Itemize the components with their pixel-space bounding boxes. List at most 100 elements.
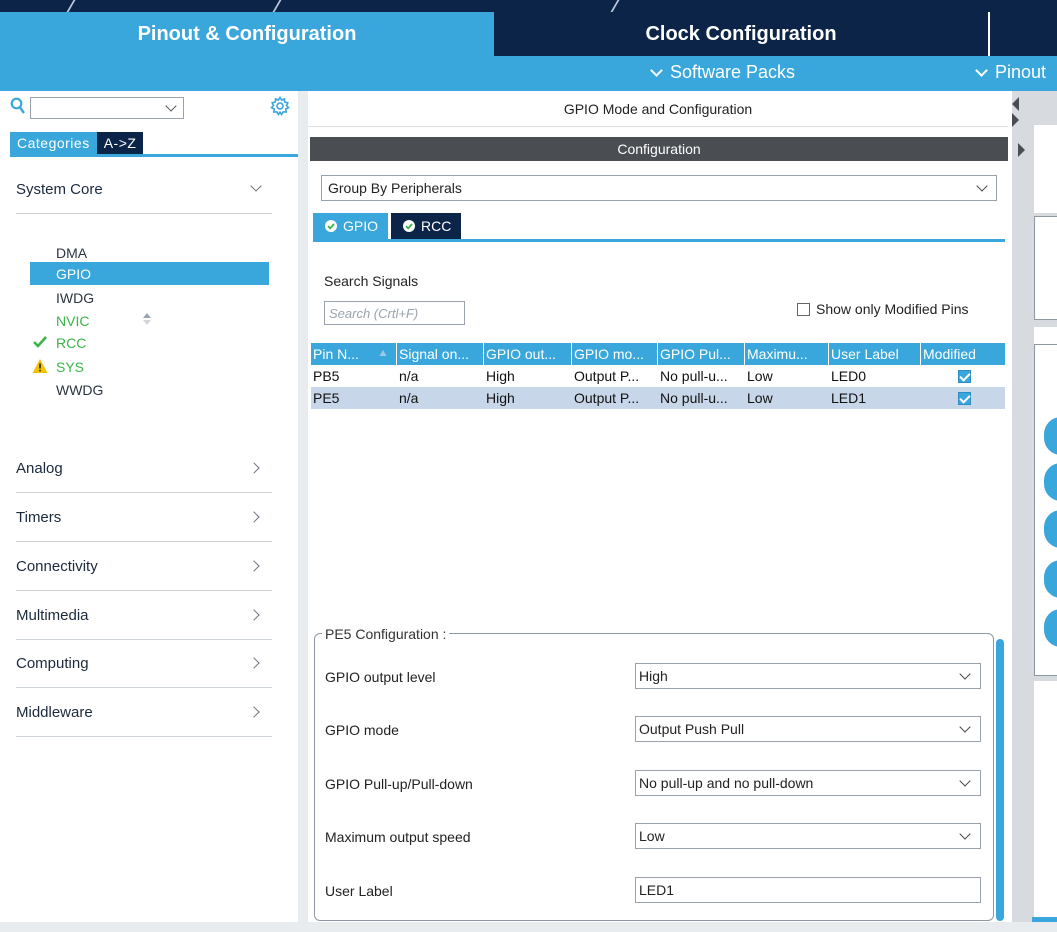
gpio-output-level-select[interactable]: High (635, 663, 981, 689)
core-item-label: NVIC (56, 312, 90, 329)
table-row[interactable]: PB5 n/a High Output P... No pull-u... Lo… (311, 365, 1005, 387)
collapse-left-icon[interactable] (1012, 97, 1019, 111)
table-cell: Output P... (574, 390, 640, 406)
category-analog[interactable]: Analog (16, 444, 272, 493)
panel-title-text: GPIO Mode and Configuration (563, 100, 753, 117)
tab-label: Clock Configuration (645, 22, 837, 45)
chevron-down-icon (959, 775, 971, 787)
pin-configuration-legend: PE5 Configuration : (322, 626, 450, 642)
table-cell: Low (747, 390, 773, 406)
table-row[interactable]: PE5 n/a High Output P... No pull-u... Lo… (311, 387, 1005, 409)
chevron-right-icon (248, 657, 260, 669)
tab-pinout-configuration[interactable]: Pinout & Configuration (0, 12, 494, 56)
field-label: GPIO mode (325, 722, 399, 738)
user-label-input[interactable]: LED1 (635, 877, 981, 903)
software-packs-menu[interactable]: Software Packs (650, 62, 795, 83)
maximum-output-speed-select[interactable]: Low (635, 823, 981, 849)
core-item-dma[interactable]: DMA (30, 241, 269, 264)
core-item-nvic[interactable]: NVIC (30, 309, 269, 332)
category-multimedia[interactable]: Multimedia (16, 591, 272, 640)
core-item-label: RCC (56, 334, 87, 351)
column-header[interactable]: User Label (829, 343, 921, 365)
category-connectivity[interactable]: Connectivity (16, 542, 272, 591)
warning-icon (32, 359, 48, 373)
category-computing[interactable]: Computing (16, 639, 272, 688)
modified-checkbox[interactable] (957, 369, 971, 383)
gpio-configuration-panel: GPIO Mode and Configuration Configuratio… (308, 91, 1008, 932)
panel-divider[interactable] (298, 91, 308, 932)
sort-ascending-icon (379, 350, 387, 356)
category-timers[interactable]: Timers (16, 493, 272, 542)
peripheral-tabs: GPIO RCC (313, 213, 462, 239)
table-header: Pin N... Signal on... GPIO out... GPIO m… (311, 343, 1005, 365)
group-by-select[interactable]: Group By Peripherals (321, 175, 997, 201)
gear-icon[interactable] (270, 96, 290, 116)
core-item-label: DMA (56, 244, 88, 261)
config-scrollbar[interactable] (996, 639, 1004, 921)
pinout-background (1034, 681, 1057, 921)
core-item-wwdg[interactable]: WWDG (30, 378, 269, 401)
column-header[interactable]: GPIO Pul... (658, 343, 745, 365)
tab-a-to-z[interactable]: A->Z (96, 132, 144, 154)
column-header[interactable]: GPIO mo... (572, 343, 658, 365)
search-signals-label: Search Signals (324, 273, 419, 289)
checkbox-label: Show only Modified Pins (816, 301, 969, 317)
chevron-down-icon (959, 828, 971, 840)
core-item-sys[interactable]: SYS (30, 355, 269, 378)
column-header[interactable]: Signal on... (397, 343, 484, 365)
table-cell: LED1 (831, 390, 867, 406)
field-label: User Label (325, 883, 393, 899)
pinout-background (1034, 327, 1057, 345)
checkbox[interactable] (797, 302, 810, 316)
column-header[interactable]: Modified (921, 343, 1005, 365)
chevron-down-icon (250, 180, 262, 192)
strip-divider (268, 0, 282, 12)
tab-label: Pinout & Configuration (137, 22, 357, 45)
category-label: Analog (16, 459, 63, 477)
table-cell: High (486, 368, 515, 384)
field-label: Maximum output speed (325, 829, 471, 845)
menu-label: Pinout (995, 62, 1047, 82)
pinout-menu[interactable]: Pinout (975, 62, 1047, 83)
expand-right-icon[interactable] (1018, 143, 1025, 157)
column-header-label: Pin N... (313, 346, 359, 362)
configuration-header: Configuration (310, 137, 1008, 161)
tab-gpio[interactable]: GPIO (313, 213, 389, 239)
main-tab-bar: Pinout & Configuration Clock Configurati… (0, 12, 1057, 56)
tab-categories[interactable]: Categories (10, 132, 97, 154)
chevron-right-icon (248, 560, 260, 572)
chevron-right-icon (248, 462, 260, 474)
tab-underline (10, 154, 298, 157)
panel-title: GPIO Mode and Configuration (308, 91, 1008, 127)
column-header[interactable]: Pin N... (311, 343, 397, 365)
column-header[interactable]: Maximu... (745, 343, 829, 365)
tab-rcc[interactable]: RCC (391, 213, 462, 239)
core-item-label: SYS (56, 358, 85, 375)
pinout-view-panel (1012, 91, 1057, 932)
expand-right-icon[interactable] (1012, 113, 1019, 127)
category-label: Computing (16, 654, 89, 672)
category-label: Middleware (16, 703, 93, 721)
chevron-right-icon (248, 706, 260, 718)
category-middleware[interactable]: Middleware (16, 688, 272, 737)
core-item-rcc[interactable]: RCC (30, 331, 269, 354)
tab-clock-configuration[interactable]: Clock Configuration (494, 12, 988, 56)
search-icon[interactable] (10, 97, 26, 115)
gpio-mode-select[interactable]: Output Push Pull (635, 716, 981, 742)
core-item-iwdg[interactable]: IWDG (30, 286, 269, 309)
category-search-input[interactable] (30, 97, 184, 119)
category-label: Connectivity (16, 557, 98, 575)
chevron-down-icon (959, 721, 971, 733)
gpio-pull-select[interactable]: No pull-up and no pull-down (635, 770, 981, 796)
column-header[interactable]: GPIO out... (484, 343, 572, 365)
pinout-background (1034, 125, 1057, 213)
modified-checkbox[interactable] (957, 391, 971, 405)
category-label: Multimedia (16, 606, 89, 624)
group-by-value: Group By Peripherals (328, 180, 462, 196)
search-signals-input[interactable]: Search (Crtl+F) (324, 301, 465, 325)
table-cell: LED0 (831, 368, 867, 384)
core-item-gpio[interactable]: GPIO (30, 262, 269, 285)
show-modified-checkbox[interactable]: Show only Modified Pins (797, 301, 969, 317)
category-system-core[interactable]: System Core (16, 165, 272, 214)
tab-separator (988, 12, 990, 56)
